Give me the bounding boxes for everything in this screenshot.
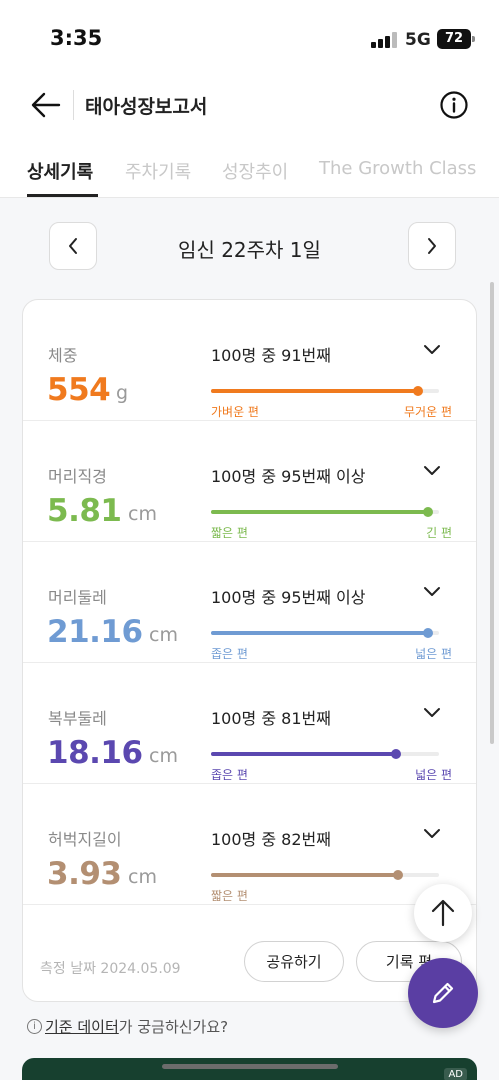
status-time: 3:35 bbox=[50, 26, 103, 50]
metric-unit: cm bbox=[149, 745, 178, 767]
percentile-track bbox=[211, 386, 439, 396]
reference-data-link[interactable]: 기준 데이터 bbox=[45, 1016, 119, 1037]
info-small-icon: i bbox=[27, 1019, 42, 1034]
percentile-marker bbox=[390, 749, 401, 759]
tab-bar: 상세기록 주차기록 성장추이 The Growth Class bbox=[0, 136, 499, 198]
metric-value: 21.16 bbox=[47, 614, 143, 650]
ad-badge: AD bbox=[444, 1068, 467, 1080]
percentile-marker bbox=[413, 386, 424, 396]
percentile-track bbox=[211, 628, 439, 638]
metric-rank: 100명 중 95번째 이상 bbox=[211, 467, 366, 486]
metric-unit: cm bbox=[128, 866, 157, 888]
chevron-right-icon bbox=[428, 238, 436, 254]
metric-value: 5.81 bbox=[47, 493, 122, 529]
growth-metrics-card: 체중 554 g 100명 중 91번째 가벼운 편 무거운 편 머리직경 5.… bbox=[22, 299, 477, 1002]
scale-low-label: 가벼운 편 bbox=[211, 405, 259, 419]
scale-high-label: 넓은 편 bbox=[415, 647, 452, 661]
home-indicator bbox=[162, 1064, 338, 1069]
back-button[interactable] bbox=[26, 86, 66, 124]
metric-row-weight[interactable]: 체중 554 g 100명 중 91번째 가벼운 편 무거운 편 bbox=[23, 300, 476, 421]
metric-row-femur-length[interactable]: 허벅지길이 3.93 cm 100명 중 82번째 짧은 편 bbox=[23, 784, 476, 905]
percentile-track bbox=[211, 507, 439, 517]
tab-weekly-record[interactable]: 주차기록 bbox=[125, 158, 191, 184]
metric-row-head-diameter[interactable]: 머리직경 5.81 cm 100명 중 95번째 이상 짧은 편 긴 편 bbox=[23, 421, 476, 542]
pencil-icon bbox=[432, 982, 454, 1004]
percentile-track bbox=[211, 749, 439, 759]
tab-growth-class[interactable]: The Growth Class bbox=[319, 158, 476, 179]
metric-value: 18.16 bbox=[47, 735, 143, 771]
chevron-down-icon[interactable] bbox=[423, 828, 441, 840]
signal-icon bbox=[371, 32, 399, 48]
scale-low-label: 짧은 편 bbox=[211, 889, 248, 903]
percentile-marker bbox=[422, 628, 433, 638]
percentile-marker bbox=[392, 870, 403, 880]
metric-rank: 100명 중 81번째 bbox=[211, 709, 331, 728]
chevron-down-icon[interactable] bbox=[423, 586, 441, 598]
percentile-fill bbox=[211, 752, 396, 756]
metric-value: 3.93 bbox=[47, 856, 122, 892]
tab-detail-record[interactable]: 상세기록 bbox=[27, 158, 93, 184]
metric-label: 복부둘레 bbox=[48, 709, 107, 728]
metric-label: 머리직경 bbox=[48, 467, 107, 486]
percentile-marker bbox=[422, 507, 433, 517]
reference-data-question: i 기준 데이터 가 궁금하신가요? bbox=[27, 1016, 228, 1037]
chevron-down-icon[interactable] bbox=[423, 344, 441, 356]
active-tab-indicator bbox=[27, 194, 98, 197]
scale-high-label: 넓은 편 bbox=[415, 768, 452, 782]
battery-icon: 72 bbox=[437, 29, 475, 49]
chevron-down-icon[interactable] bbox=[423, 707, 441, 719]
ad-banner[interactable]: AD bbox=[22, 1058, 477, 1080]
metric-label: 머리둘레 bbox=[48, 588, 107, 607]
metric-row-abdominal-circumference[interactable]: 복부둘레 18.16 cm 100명 중 81번째 좁은 편 넓은 편 bbox=[23, 663, 476, 784]
arrow-up-icon bbox=[431, 899, 455, 927]
scale-low-label: 짧은 편 bbox=[211, 526, 248, 540]
percentile-fill bbox=[211, 631, 428, 635]
scale-high-label: 무거운 편 bbox=[404, 405, 452, 419]
question-text: 가 궁금하신가요? bbox=[118, 1018, 229, 1036]
write-record-fab[interactable] bbox=[408, 958, 478, 1028]
measure-date: 측정 날짜 2024.05.09 bbox=[40, 961, 181, 977]
status-bar: 3:35 5G 72 bbox=[0, 0, 499, 74]
scale-low-label: 좁은 편 bbox=[211, 647, 248, 661]
scale-low-label: 좁은 편 bbox=[211, 768, 248, 782]
metric-rank: 100명 중 82번째 bbox=[211, 830, 331, 849]
info-button[interactable] bbox=[438, 89, 470, 121]
metric-label: 허벅지길이 bbox=[48, 830, 122, 849]
metric-label: 체중 bbox=[48, 346, 78, 365]
chevron-down-icon[interactable] bbox=[423, 465, 441, 477]
tab-growth-trend[interactable]: 성장추이 bbox=[222, 158, 288, 184]
metric-value: 554 bbox=[47, 372, 111, 408]
metric-unit: cm bbox=[149, 624, 178, 646]
metric-rank: 100명 중 91번째 bbox=[211, 346, 331, 365]
scale-high-label: 긴 편 bbox=[426, 526, 452, 540]
percentile-fill bbox=[211, 510, 428, 514]
page-title: 태아성장보고서 bbox=[85, 96, 208, 118]
scrollbar[interactable] bbox=[490, 282, 494, 744]
week-navigator: 임신 22주차 1일 bbox=[0, 200, 499, 292]
next-week-button[interactable] bbox=[408, 222, 456, 270]
app-header: 태아성장보고서 bbox=[0, 74, 499, 136]
metric-rank: 100명 중 95번째 이상 bbox=[211, 588, 366, 607]
back-arrow-icon bbox=[31, 92, 61, 118]
metric-unit: cm bbox=[128, 503, 157, 525]
info-icon bbox=[440, 91, 468, 119]
share-button[interactable]: 공유하기 bbox=[244, 941, 344, 982]
metric-row-head-circumference[interactable]: 머리둘레 21.16 cm 100명 중 95번째 이상 좁은 편 넓은 편 bbox=[23, 542, 476, 663]
percentile-fill bbox=[211, 389, 419, 393]
header-divider bbox=[73, 90, 74, 120]
percentile-fill bbox=[211, 873, 398, 877]
network-type: 5G bbox=[405, 30, 431, 50]
metric-unit: g bbox=[116, 382, 129, 404]
percentile-track bbox=[211, 870, 439, 880]
scroll-top-button[interactable] bbox=[414, 884, 472, 942]
